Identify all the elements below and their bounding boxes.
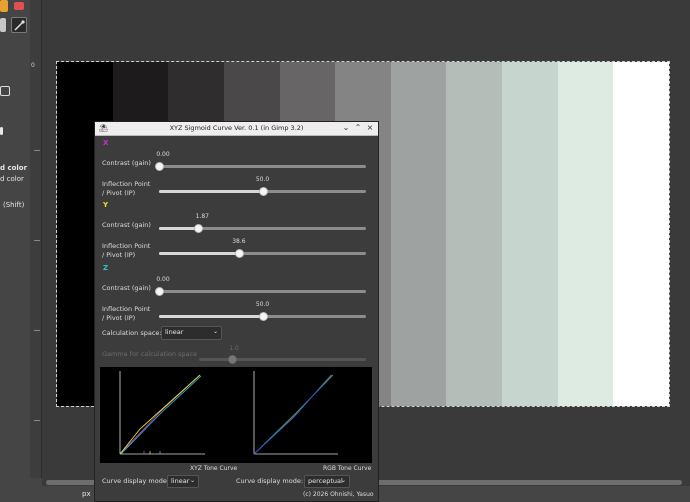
inflection-label-1: Inflection Point bbox=[102, 242, 151, 250]
contrast-label: Contrast (gain) bbox=[102, 221, 151, 229]
curve-mode-value-right: perceptual bbox=[308, 477, 343, 485]
curve-mode-label-left: Curve display mode: bbox=[102, 477, 170, 485]
color-picker-icon[interactable] bbox=[11, 17, 27, 33]
panel-text-3: (Shift) bbox=[3, 201, 25, 209]
curve-mode-select-right[interactable]: perceptual ⌄ bbox=[304, 475, 350, 488]
dialog-titlebar[interactable]: ⛱ XYZ Sigmoid Curve Ver. 0.1 (in Gimp 3.… bbox=[95, 122, 378, 136]
xyz-curve-caption: XYZ Tone Curve bbox=[190, 465, 238, 472]
chevron-down-icon: ⌄ bbox=[189, 477, 195, 484]
contrast-label: Contrast (gain) bbox=[102, 284, 151, 292]
dialog-title: XYZ Sigmoid Curve Ver. 0.1 (in Gimp 3.2) bbox=[169, 124, 304, 132]
contrast-slider-knob[interactable] bbox=[194, 224, 204, 233]
contrast-slider-knob[interactable] bbox=[155, 287, 164, 296]
xyz-sigmoid-dialog: ⛱ XYZ Sigmoid Curve Ver. 0.1 (in Gimp 3.… bbox=[94, 121, 379, 502]
inflection-label-2: / Pivot (IP) bbox=[102, 189, 136, 197]
gamma-slider-knob[interactable] bbox=[228, 355, 238, 364]
calc-space-label: Calculation space: bbox=[102, 329, 162, 337]
inflection-slider-fill bbox=[159, 315, 263, 318]
inflection-value: 38.6 bbox=[232, 238, 246, 245]
eraser-icon[interactable] bbox=[14, 2, 24, 10]
ruler-number: 0 bbox=[31, 62, 35, 69]
gray-swatch bbox=[557, 62, 614, 406]
inflection-slider-knob[interactable] bbox=[234, 249, 244, 258]
xyz-curve-z bbox=[120, 375, 202, 455]
brush-icon[interactable] bbox=[0, 18, 6, 32]
gray-swatch bbox=[613, 62, 670, 406]
curve-mode-value-left: linear bbox=[171, 477, 190, 485]
gray-swatch bbox=[502, 62, 558, 406]
inflection-label-1: Inflection Point bbox=[102, 180, 151, 188]
rgb-curve-caption: RGB Tone Curve bbox=[323, 465, 372, 472]
contrast-slider-fill bbox=[159, 227, 199, 230]
gamma-value: 1.0 bbox=[229, 345, 239, 352]
menu-chevron-icon[interactable]: ⌄ bbox=[341, 123, 351, 133]
inflection-slider-fill bbox=[159, 190, 263, 193]
curve-mode-select-left[interactable]: linear ⌄ bbox=[167, 475, 199, 488]
pencil-icon[interactable] bbox=[0, 0, 8, 12]
curve-mode-label-right: Curve display mode: bbox=[236, 477, 304, 485]
close-icon[interactable]: × bbox=[365, 123, 375, 133]
layers-icon[interactable] bbox=[0, 86, 10, 96]
contrast-value: 0.00 bbox=[156, 151, 170, 158]
panel-text-2: d color bbox=[0, 175, 24, 183]
inflection-slider-knob[interactable] bbox=[258, 312, 268, 321]
vertical-ruler[interactable] bbox=[30, 0, 42, 478]
axis-label-z: Z bbox=[103, 264, 109, 272]
inflection-value: 50.0 bbox=[255, 176, 270, 183]
contrast-slider-track[interactable] bbox=[159, 290, 366, 293]
inflection-label-2: / Pivot (IP) bbox=[102, 251, 136, 259]
toolbox-panel: d color d color (Shift) bbox=[0, 0, 30, 502]
calc-space-value: linear bbox=[165, 328, 184, 336]
inflection-label-1: Inflection Point bbox=[102, 305, 151, 313]
panel-text-1: d color bbox=[0, 164, 28, 172]
inflection-slider-fill bbox=[159, 252, 239, 255]
maximize-icon[interactable]: ⌃ bbox=[353, 123, 363, 133]
axis-label-x: X bbox=[103, 139, 109, 147]
tone-curve-plot bbox=[100, 367, 372, 463]
gamma-label: Gamma for calculation space bbox=[102, 350, 198, 358]
rgb-curve-b bbox=[253, 374, 332, 455]
inflection-slider-knob[interactable] bbox=[258, 187, 268, 196]
calc-space-select[interactable]: linear ⌄ bbox=[161, 326, 222, 340]
chevron-down-icon: ⌄ bbox=[340, 477, 346, 484]
contrast-slider-knob[interactable] bbox=[155, 162, 164, 171]
gray-swatch bbox=[390, 62, 447, 406]
fg-color-indicator[interactable] bbox=[0, 127, 3, 135]
unit-selector[interactable]: px bbox=[82, 490, 91, 498]
contrast-label: Contrast (gain) bbox=[102, 159, 151, 167]
gamma-slider-track[interactable] bbox=[199, 358, 366, 361]
contrast-value: 0.00 bbox=[156, 276, 170, 283]
inflection-label-2: / Pivot (IP) bbox=[102, 314, 136, 322]
contrast-slider-track[interactable] bbox=[159, 165, 366, 168]
copyright-text: (c) 2026 Ohnishi, Yasuo bbox=[303, 491, 374, 498]
inflection-value: 50.0 bbox=[255, 301, 270, 308]
tone-curve-svg bbox=[119, 371, 338, 455]
gray-swatch bbox=[446, 62, 503, 406]
axis-label-y: Y bbox=[103, 201, 109, 209]
contrast-value: 1.87 bbox=[195, 213, 209, 220]
chevron-down-icon: ⌄ bbox=[212, 328, 218, 335]
